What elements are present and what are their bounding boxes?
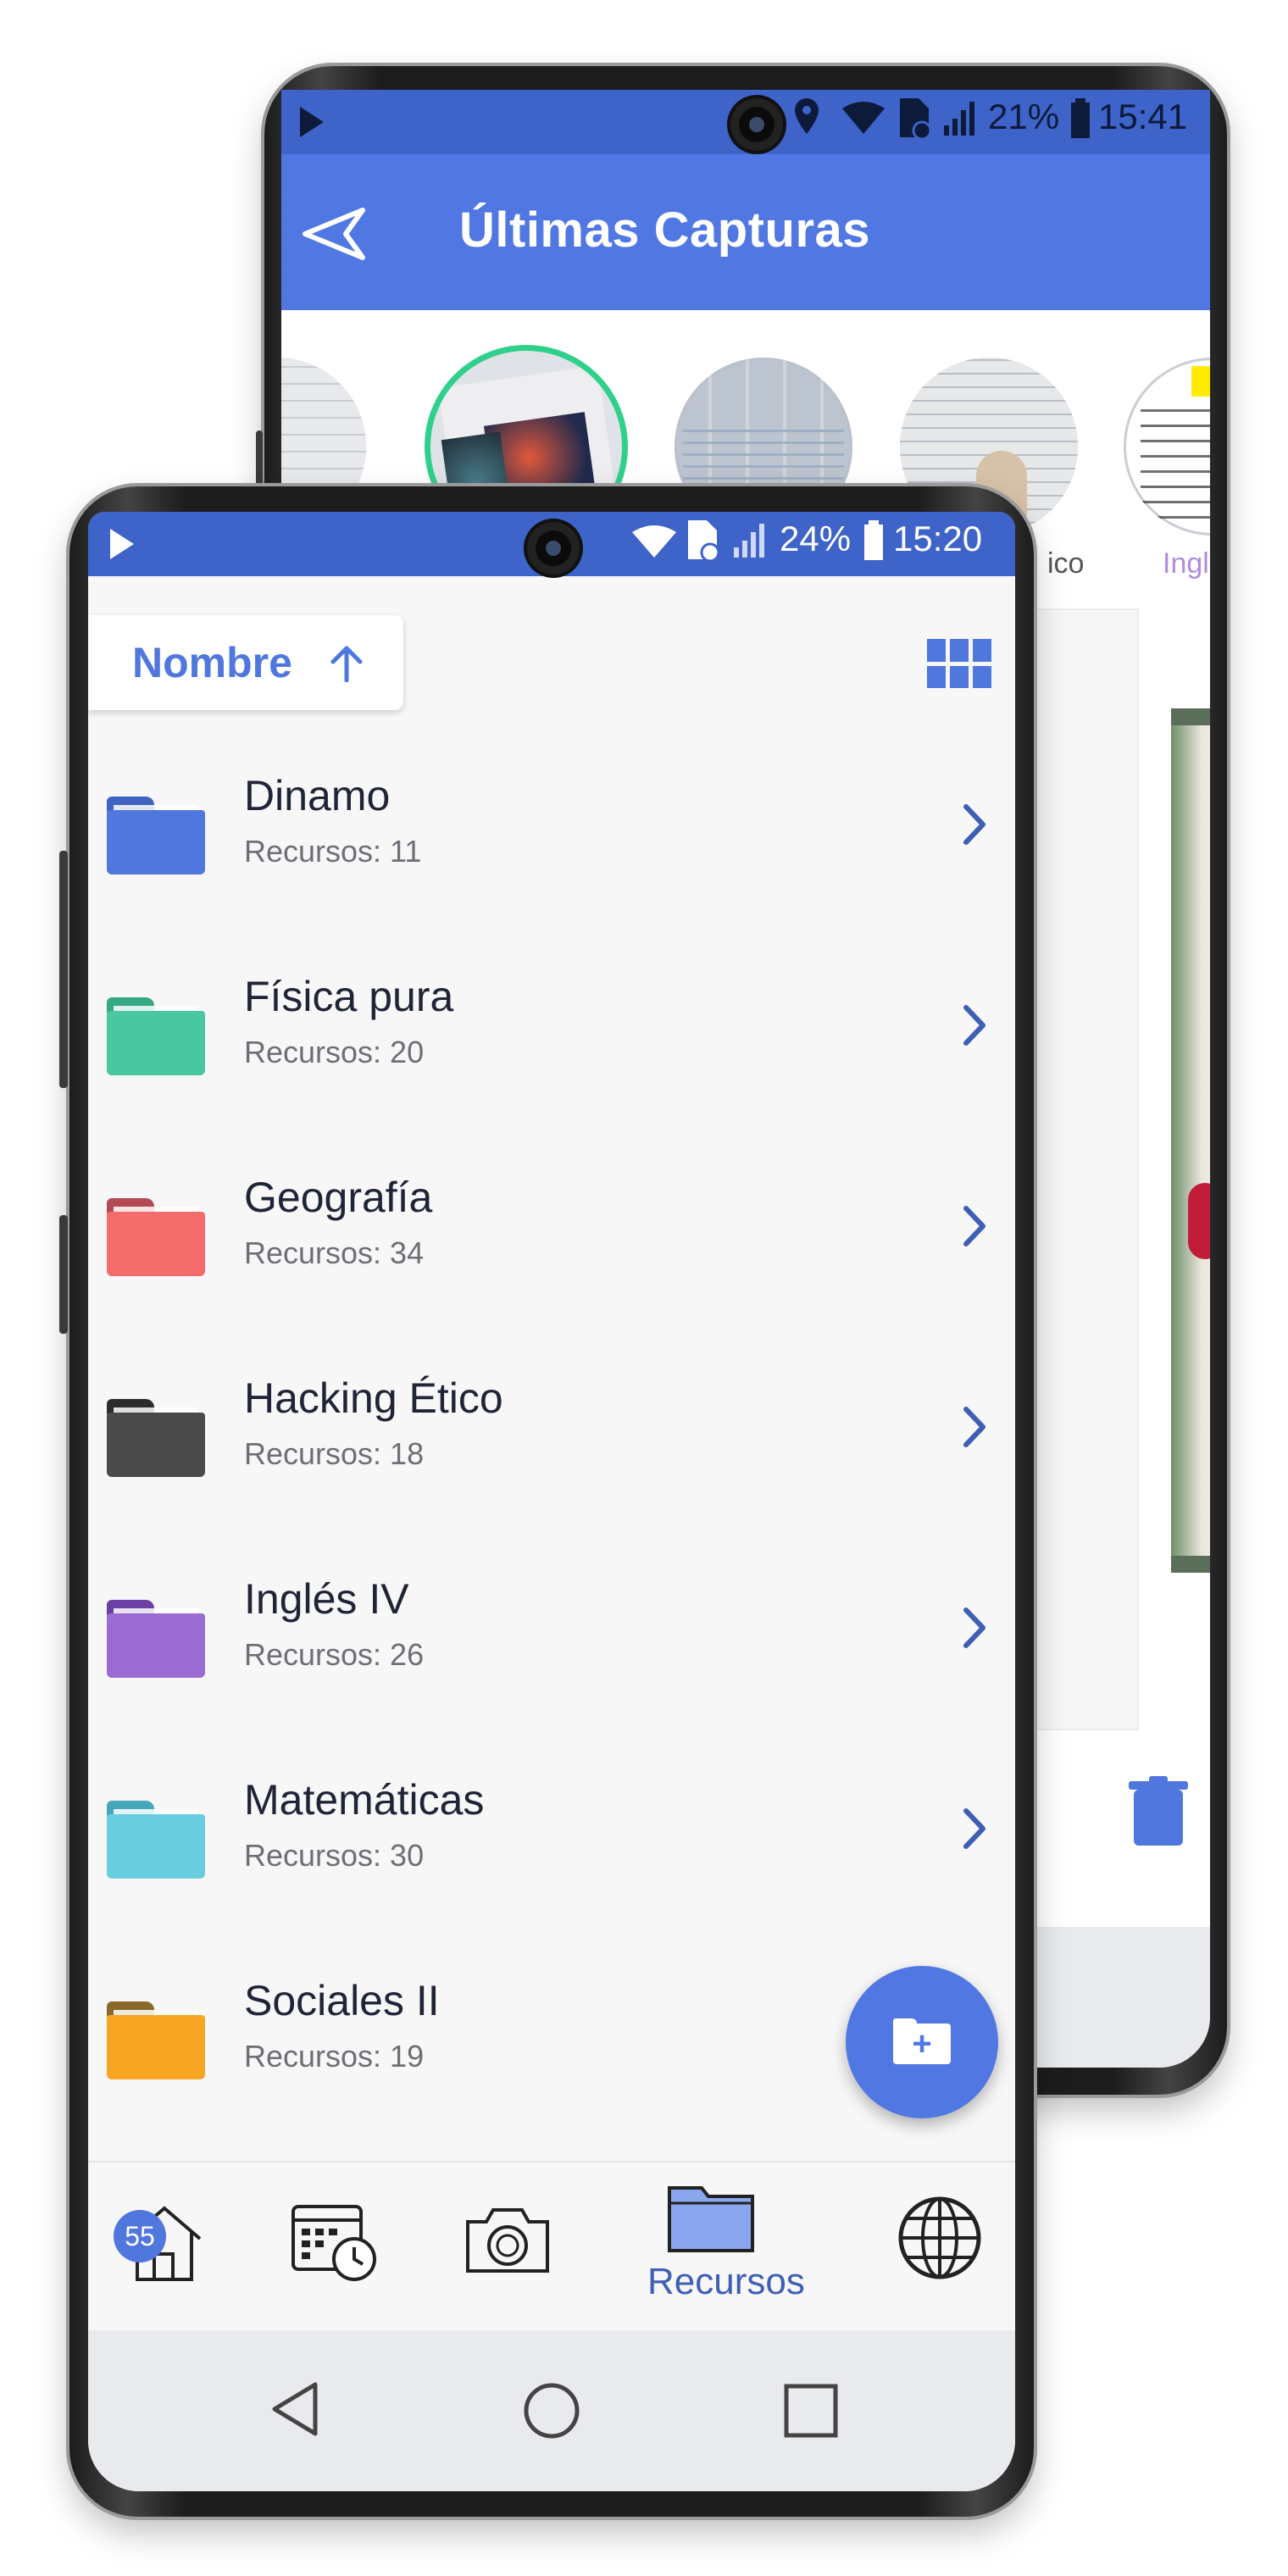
front-phone-frame: 24% 15:20 Nombre Dinamo Recursos: 11 Fís… bbox=[59, 486, 1034, 2517]
folder-count: Recursos: 19 bbox=[244, 2039, 425, 2074]
preview-image bbox=[1171, 708, 1210, 1573]
notification-badge: 55 bbox=[114, 2210, 166, 2262]
arrow-up-icon bbox=[330, 646, 363, 682]
grid-view-icon[interactable] bbox=[927, 639, 991, 688]
capture-label: Inglé bbox=[1163, 547, 1210, 580]
folder-name: Dinamo bbox=[244, 772, 391, 819]
power-button bbox=[59, 1215, 68, 1334]
list-item[interactable]: Dinamo Recursos: 11 bbox=[88, 746, 1015, 946]
list-item[interactable]: Inglés IV Recursos: 26 bbox=[88, 1549, 1015, 1749]
globe-icon bbox=[898, 2196, 981, 2279]
front-camera bbox=[527, 522, 580, 575]
back-triangle-icon[interactable] bbox=[269, 2379, 320, 2439]
list-item[interactable]: Hacking Ético Recursos: 18 bbox=[88, 1348, 1015, 1548]
play-icon bbox=[300, 107, 324, 137]
folder-count: Recursos: 30 bbox=[244, 1838, 425, 1873]
send-arrow-icon[interactable] bbox=[302, 207, 366, 261]
folder-icon bbox=[107, 1198, 205, 1276]
battery-percent: 24% bbox=[780, 519, 852, 558]
folder-name: Geografía bbox=[244, 1174, 433, 1221]
nav-label-recursos: Recursos bbox=[647, 2261, 805, 2302]
front-phone-screen: 24% 15:20 Nombre Dinamo Recursos: 11 Fís… bbox=[88, 512, 1015, 2491]
folder-name: Hacking Ético bbox=[244, 1374, 503, 1422]
wifi-icon bbox=[632, 525, 676, 558]
battery-percent: 21% bbox=[988, 97, 1060, 136]
folder-name: Inglés IV bbox=[244, 1575, 409, 1623]
play-icon bbox=[110, 529, 134, 559]
list-item[interactable]: Física pura Recursos: 20 bbox=[88, 947, 1015, 1146]
back-status-bar: 21% 15:41 bbox=[281, 90, 1210, 154]
battery-icon bbox=[1071, 98, 1090, 138]
folder-icon bbox=[668, 2186, 754, 2252]
folder-icon bbox=[107, 797, 205, 874]
front-camera bbox=[730, 98, 783, 151]
folder-count: Recursos: 11 bbox=[244, 834, 422, 869]
battery-icon bbox=[864, 520, 883, 560]
signal-icon bbox=[944, 102, 974, 136]
status-time: 15:41 bbox=[1098, 97, 1188, 136]
nav-globe[interactable] bbox=[893, 2191, 986, 2285]
capture-thumbnail[interactable] bbox=[1124, 358, 1210, 536]
home-circle-icon[interactable] bbox=[522, 2381, 581, 2440]
folder-name: Física pura bbox=[244, 973, 454, 1020]
list-item[interactable]: Matemáticas Recursos: 30 bbox=[88, 1750, 1015, 1950]
capture-label: ico bbox=[1047, 547, 1085, 580]
recents-square-icon[interactable] bbox=[783, 2383, 839, 2439]
sim-error-icon bbox=[900, 98, 932, 141]
app-bar: Últimas Capturas bbox=[281, 154, 1210, 310]
folder-count: Recursos: 34 bbox=[244, 1235, 425, 1270]
add-folder-button[interactable]: + bbox=[846, 1966, 998, 2118]
sim-error-icon bbox=[688, 520, 720, 563]
volume-button bbox=[59, 851, 68, 1088]
sort-button[interactable]: Nombre bbox=[88, 615, 403, 710]
folder-count: Recursos: 18 bbox=[244, 1436, 425, 1471]
status-time: 15:20 bbox=[893, 519, 983, 558]
nav-recursos[interactable] bbox=[664, 2179, 758, 2273]
nav-camera[interactable] bbox=[461, 2191, 554, 2285]
chevron-right-icon bbox=[963, 1005, 985, 1046]
folder-name: Sociales II bbox=[244, 1977, 440, 2024]
nav-calendar[interactable] bbox=[288, 2191, 381, 2285]
system-nav-bar bbox=[88, 2330, 1015, 2491]
chevron-right-icon bbox=[963, 804, 985, 845]
folder-name: Matemáticas bbox=[244, 1776, 485, 1824]
folder-count: Recursos: 20 bbox=[244, 1035, 425, 1069]
camera-icon bbox=[466, 2208, 549, 2273]
folder-icon bbox=[107, 1600, 205, 1678]
sort-label: Nombre bbox=[132, 639, 292, 686]
folder-icon bbox=[107, 1399, 205, 1477]
folder-icon bbox=[107, 1801, 205, 1879]
folder-icon bbox=[107, 2001, 205, 2079]
location-icon bbox=[795, 98, 819, 134]
nav-home[interactable]: 55 bbox=[114, 2191, 207, 2285]
wifi-icon bbox=[842, 102, 885, 134]
signal-icon bbox=[734, 524, 764, 558]
list-item[interactable]: Geografía Recursos: 34 bbox=[88, 1147, 1015, 1347]
trash-icon[interactable] bbox=[1129, 1776, 1188, 1847]
chevron-right-icon bbox=[963, 1808, 985, 1849]
chevron-right-icon bbox=[963, 1206, 985, 1246]
bottom-nav: 55 Recursos bbox=[88, 2161, 1015, 2332]
status-bar: 24% 15:20 bbox=[88, 512, 1015, 576]
calendar-clock-icon bbox=[291, 2205, 376, 2281]
folder-icon bbox=[107, 997, 205, 1075]
chevron-right-icon bbox=[963, 1607, 985, 1648]
page-title: Últimas Capturas bbox=[459, 203, 871, 258]
folder-count: Recursos: 26 bbox=[244, 1637, 425, 1672]
chevron-right-icon bbox=[963, 1407, 985, 1447]
